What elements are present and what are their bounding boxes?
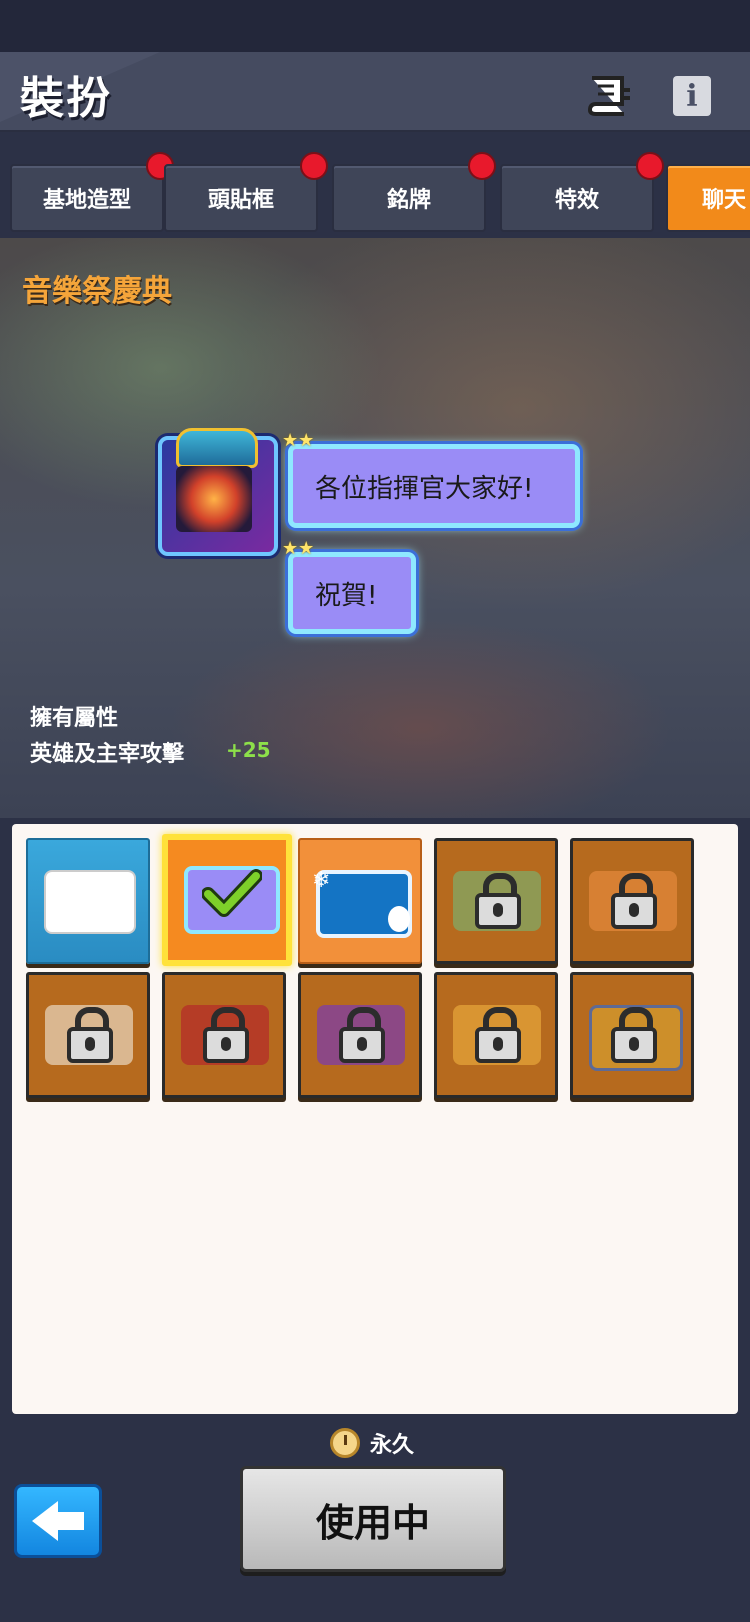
- chat-frame-item-default[interactable]: [26, 838, 150, 964]
- chat-frame-item-music-fest[interactable]: [162, 834, 292, 966]
- chat-frame-item-locked[interactable]: [298, 972, 422, 1098]
- tab-chat[interactable]: 聊天: [666, 164, 750, 232]
- attribute-bonus: +25: [226, 738, 271, 762]
- tab-label: 頭貼框: [207, 188, 274, 213]
- chat-frame-item-locked[interactable]: [434, 838, 558, 964]
- notification-dot: [468, 152, 496, 180]
- duration-indicator: 永久: [330, 1424, 414, 1462]
- tiger-avatar-image: [176, 466, 252, 532]
- attribute-label: 擁有屬性: [30, 706, 119, 731]
- chat-frame-item-locked[interactable]: [162, 972, 286, 1098]
- tab-label: 聊天: [702, 188, 747, 213]
- use-button[interactable]: 使用中: [240, 1466, 506, 1572]
- codex-button[interactable]: [586, 72, 634, 120]
- chat-frame-item-snowman[interactable]: ❄: [298, 838, 422, 964]
- duration-text: 永久: [370, 1433, 415, 1458]
- tab-effects[interactable]: 特效: [500, 152, 664, 232]
- lock-icon: [67, 1007, 113, 1063]
- info-button[interactable]: i: [668, 72, 716, 120]
- tab-label: 基地造型: [42, 188, 131, 213]
- event-name: 音樂祭慶典: [22, 274, 172, 309]
- clock-icon: [330, 1428, 360, 1458]
- chat-frame-item-locked[interactable]: [26, 972, 150, 1098]
- lock-icon: [339, 1007, 385, 1063]
- star-icon: ★★: [282, 538, 315, 559]
- back-button[interactable]: [14, 1484, 102, 1558]
- attribute-name: 英雄及主宰攻擊: [30, 742, 185, 767]
- lock-icon: [611, 1007, 657, 1063]
- book-icon: [587, 76, 630, 116]
- chat-bubble: 祝賀!: [288, 552, 416, 634]
- chat-frame-item-locked[interactable]: [570, 838, 694, 964]
- chat-message: 各位指揮官大家好!: [315, 473, 534, 504]
- category-tabs: 基地造型 頭貼框 銘牌 特效 聊天: [0, 150, 750, 236]
- page-title: 裝扮: [20, 73, 112, 124]
- chat-frame-item-locked[interactable]: [570, 972, 694, 1098]
- notification-dot: [300, 152, 328, 180]
- back-arrow-icon: [32, 1501, 58, 1541]
- tab-avatar-frame[interactable]: 頭貼框: [164, 152, 328, 232]
- frame-preview: [44, 870, 136, 934]
- tab-base-skin[interactable]: 基地造型: [10, 152, 174, 232]
- notification-dot: [636, 152, 664, 180]
- back-arrow-tail: [58, 1512, 84, 1530]
- lock-icon: [203, 1007, 249, 1063]
- tab-label: 特效: [554, 188, 599, 213]
- chat-message: 祝賀!: [315, 580, 378, 611]
- snowflake-icon: ❄: [312, 868, 331, 893]
- info-icon: i: [673, 76, 711, 116]
- status-bar-area: [0, 0, 750, 52]
- star-icon: ★★: [282, 430, 315, 451]
- tab-label: 銘牌: [386, 188, 431, 213]
- chat-bubble: 各位指揮官大家好!: [288, 444, 580, 528]
- check-icon: [202, 869, 262, 917]
- chat-frame-item-locked[interactable]: [434, 972, 558, 1098]
- avatar-crown: [176, 428, 258, 468]
- lock-icon: [611, 873, 657, 929]
- item-grid: ❄: [12, 824, 738, 1414]
- snowman-icon: [388, 906, 410, 932]
- lock-icon: [475, 1007, 521, 1063]
- tab-nameplate[interactable]: 銘牌: [332, 152, 496, 232]
- lock-icon: [475, 873, 521, 929]
